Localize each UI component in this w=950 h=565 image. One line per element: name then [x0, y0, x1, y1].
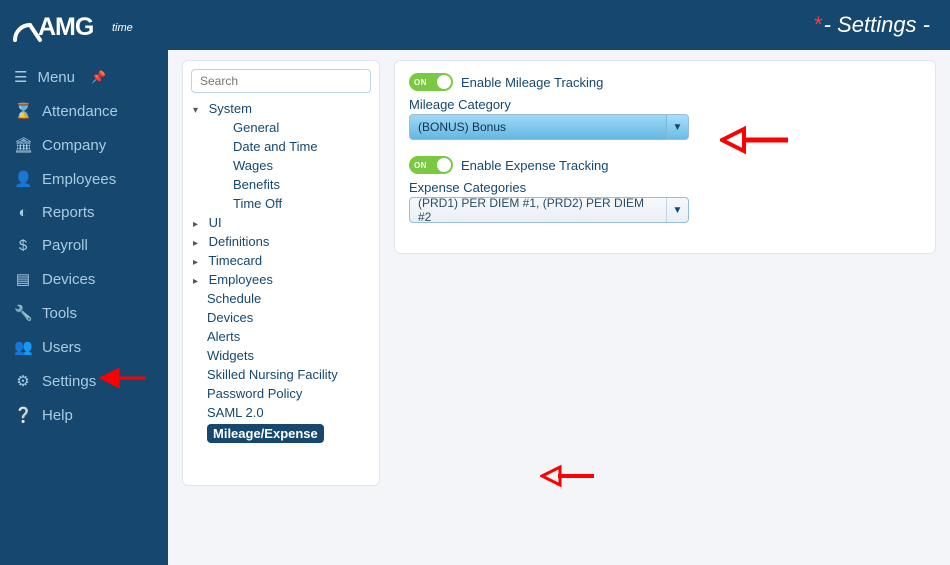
mileage-block: ON Enable Mileage Tracking Mileage Categ… — [409, 73, 921, 140]
bank-icon: 🏛 — [14, 136, 32, 154]
sidebar-item-devices[interactable]: ▤ Devices — [0, 262, 168, 296]
tree-leaf-wages[interactable]: Wages — [219, 156, 371, 175]
sidebar-item-tools[interactable]: 🔧 Tools — [0, 296, 168, 330]
sidebar-item-label: Payroll — [42, 237, 88, 254]
settings-search-input[interactable] — [191, 69, 371, 93]
sidebar-item-company[interactable]: 🏛 Company — [0, 128, 168, 162]
sidebar-item-label: Reports — [42, 204, 95, 221]
logo: AMG time — [10, 5, 160, 45]
mileage-toggle[interactable]: ON — [409, 73, 453, 91]
chevron-down-icon: ▼ — [666, 115, 688, 139]
tree-leaf-alerts[interactable]: Alerts — [193, 327, 371, 346]
sidebar-item-label: Users — [42, 339, 81, 356]
hourglass-icon: ⌛ — [14, 102, 32, 120]
sidebar-menu-label: Menu — [37, 69, 75, 86]
chevron-right-icon[interactable]: ▸ — [193, 238, 205, 249]
mileage-category-value: (BONUS) Bonus — [418, 120, 506, 134]
expense-toggle[interactable]: ON — [409, 156, 453, 174]
header: AMG time * - Settings - — [0, 0, 950, 50]
sidebar: ☰ Menu 📌 ⌛ Attendance 🏛 Company 👤 Employ… — [0, 50, 168, 565]
expense-toggle-label: Enable Expense Tracking — [461, 158, 608, 173]
chevron-right-icon[interactable]: ▸ — [193, 276, 205, 287]
sidebar-item-label: Attendance — [42, 103, 118, 120]
page-title-text: - Settings - — [824, 12, 930, 38]
page-title: * - Settings - — [813, 12, 930, 38]
sidebar-item-label: Settings — [42, 373, 96, 390]
tree-node-ui[interactable]: ▸ UI — [193, 213, 371, 232]
tree-leaf-devices[interactable]: Devices — [193, 308, 371, 327]
user-icon: 👤 — [14, 170, 32, 188]
sidebar-item-reports[interactable]: ◐ Reports — [0, 196, 168, 229]
tree-leaf-password-policy[interactable]: Password Policy — [193, 384, 371, 403]
sidebar-item-settings[interactable]: ⚙ Settings — [0, 364, 168, 398]
tree-leaf-benefits[interactable]: Benefits — [219, 175, 371, 194]
sidebar-item-attendance[interactable]: ⌛ Attendance — [0, 94, 168, 128]
menu-icon: ☰ — [14, 68, 27, 86]
sidebar-item-payroll[interactable]: $ Payroll — [0, 229, 168, 262]
users-icon: 👥 — [14, 338, 32, 356]
dollar-icon: $ — [14, 237, 32, 254]
help-icon: ❔ — [14, 406, 32, 424]
expense-categories-value: (PRD1) PER DIEM #1, (PRD2) PER DIEM #2 — [418, 196, 660, 224]
tree-node-definitions[interactable]: ▸ Definitions — [193, 232, 371, 251]
sidebar-item-users[interactable]: 👥 Users — [0, 330, 168, 364]
toggle-knob — [437, 158, 451, 172]
svg-text:time: time — [112, 22, 133, 34]
asterisk-icon: * — [813, 12, 822, 38]
tree-leaf-skilled-nursing[interactable]: Skilled Nursing Facility — [193, 365, 371, 384]
piechart-icon: ◐ — [14, 204, 32, 221]
tree-leaf-widgets[interactable]: Widgets — [193, 346, 371, 365]
tree-node-timecard[interactable]: ▸ Timecard — [193, 251, 371, 270]
settings-tree: ▾ System General Date and Time Wages Ben… — [191, 93, 371, 443]
tree-leaf-saml[interactable]: SAML 2.0 — [193, 403, 371, 422]
gear-icon: ⚙ — [14, 372, 32, 390]
expense-categories-select[interactable]: (PRD1) PER DIEM #1, (PRD2) PER DIEM #2 ▼ — [409, 197, 689, 223]
tree-node-label: Timecard — [208, 253, 262, 268]
pin-icon[interactable]: 📌 — [91, 70, 106, 84]
tree-leaf-date-time[interactable]: Date and Time — [219, 137, 371, 156]
sidebar-item-help[interactable]: ❔ Help — [0, 398, 168, 432]
svg-text:AMG: AMG — [38, 13, 93, 41]
toggle-on-text: ON — [414, 78, 427, 87]
content: ▾ System General Date and Time Wages Ben… — [168, 50, 950, 565]
sidebar-item-label: Devices — [42, 271, 95, 288]
mileage-toggle-label: Enable Mileage Tracking — [461, 75, 603, 90]
tree-leaf-time-off[interactable]: Time Off — [219, 194, 371, 213]
settings-panel: ON Enable Mileage Tracking Mileage Categ… — [394, 60, 936, 254]
tree-node-label: UI — [209, 215, 222, 230]
sidebar-item-employees[interactable]: 👤 Employees — [0, 162, 168, 196]
chevron-down-icon[interactable]: ▾ — [193, 105, 205, 116]
sidebar-item-label: Company — [42, 137, 106, 154]
sidebar-menu-toggle[interactable]: ☰ Menu 📌 — [0, 60, 168, 94]
sidebar-item-label: Tools — [42, 305, 77, 322]
mileage-category-select[interactable]: (BONUS) Bonus ▼ — [409, 114, 689, 140]
tree-leaf-general[interactable]: General — [219, 118, 371, 137]
devices-icon: ▤ — [14, 270, 32, 288]
sidebar-item-label: Employees — [42, 171, 116, 188]
chevron-right-icon[interactable]: ▸ — [193, 219, 205, 230]
tree-node-label: System — [209, 101, 252, 116]
wrench-icon: 🔧 — [14, 304, 32, 322]
toggle-knob — [437, 75, 451, 89]
expense-block: ON Enable Expense Tracking Expense Categ… — [409, 156, 921, 223]
tree-node-employees[interactable]: ▸ Employees — [193, 270, 371, 289]
chevron-down-icon: ▼ — [666, 198, 688, 222]
mileage-category-label: Mileage Category — [409, 97, 921, 112]
sidebar-item-label: Help — [42, 407, 73, 424]
toggle-on-text: ON — [414, 161, 427, 170]
settings-tree-panel: ▾ System General Date and Time Wages Ben… — [182, 60, 380, 486]
chevron-right-icon[interactable]: ▸ — [193, 257, 205, 268]
tree-node-label: Definitions — [209, 234, 270, 249]
tree-leaf-mileage-expense[interactable]: Mileage/Expense — [207, 424, 324, 443]
tree-node-system[interactable]: ▾ System — [193, 99, 371, 118]
tree-node-label: Employees — [209, 272, 273, 287]
tree-leaf-schedule[interactable]: Schedule — [193, 289, 371, 308]
expense-categories-label: Expense Categories — [409, 180, 921, 195]
